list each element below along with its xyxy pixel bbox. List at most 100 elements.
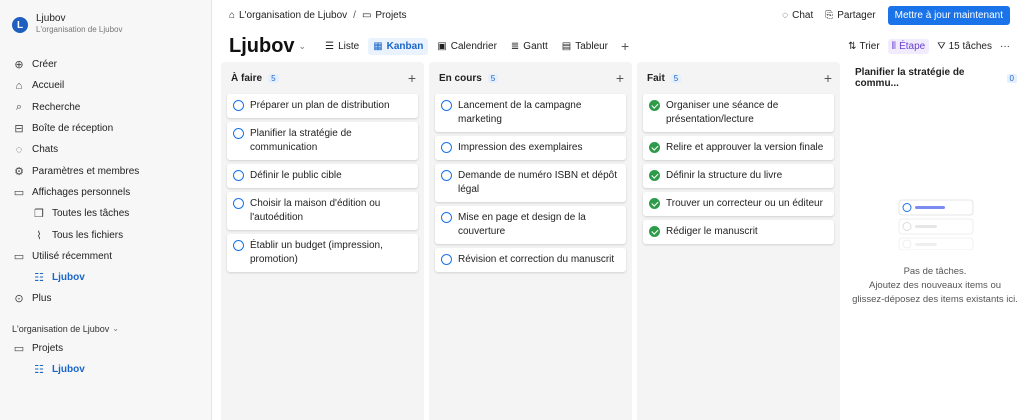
status-circle-icon[interactable] <box>233 100 244 111</box>
breadcrumb-org[interactable]: L'organisation de Ljubov <box>239 10 347 21</box>
task-card[interactable]: Lancement de la campagne marketing <box>435 94 626 132</box>
chevron-down-icon: ⌄ <box>112 324 119 334</box>
workspace-header[interactable]: L Ljubov L'organisation de Ljubov <box>0 0 211 54</box>
column-header: En cours 5 + <box>435 68 626 88</box>
completed-check-icon[interactable] <box>649 198 660 209</box>
more-button[interactable]: ··· <box>1000 41 1010 52</box>
completed-check-icon[interactable] <box>649 170 660 181</box>
breadcrumb-folder[interactable]: Projets <box>375 10 406 21</box>
status-circle-icon[interactable] <box>441 100 452 111</box>
column-title[interactable]: À faire <box>231 73 262 84</box>
task-card[interactable]: Demande de numéro ISBN et dépôt légal <box>435 164 626 202</box>
tab-label: Gantt <box>523 40 548 52</box>
search-icon: ⌕ <box>15 100 23 113</box>
sidebar-item-label: Recherche <box>32 101 81 113</box>
task-card-title: Relire et approuver la version finale <box>666 142 824 153</box>
sidebar-item-6[interactable]: ▭ Affichages personnels <box>0 182 211 203</box>
org-item-0[interactable]: ▭ Projets <box>0 338 211 359</box>
task-card[interactable]: Relire et approuver la version finale <box>643 136 834 160</box>
columns-icon: ⦀ <box>891 40 897 52</box>
status-circle-icon[interactable] <box>233 240 244 251</box>
org-item-label: Projets <box>32 342 64 354</box>
tab-label: Calendrier <box>450 40 497 52</box>
status-circle-icon[interactable] <box>233 170 244 181</box>
status-circle-icon[interactable] <box>441 254 452 265</box>
task-card-title: Révision et correction du manuscrit <box>458 254 615 265</box>
task-card[interactable]: Planifier la stratégie de communication <box>227 122 418 160</box>
sidebar-item-2[interactable]: ⌕ Recherche <box>0 97 211 118</box>
page-title[interactable]: Ljubov <box>229 35 295 58</box>
sidebar-item-5[interactable]: ⚙ Paramètres et membres <box>0 160 211 181</box>
sidebar-item-label: Utilisé récemment <box>32 250 113 262</box>
task-card[interactable]: Définir la structure du livre <box>643 164 834 188</box>
status-circle-icon[interactable] <box>233 128 244 139</box>
tab-gantt[interactable]: ≣ Gantt <box>506 38 553 55</box>
kanban-column-empty: Planifier la stratégie de commu... 0 Pas… <box>845 62 1024 420</box>
filter-label: 15 tâches <box>948 40 992 52</box>
org-section-label[interactable]: L'organisation de Ljubov ⌄ <box>0 320 211 338</box>
task-card-title: Rédiger le manuscrit <box>666 226 758 237</box>
task-card[interactable]: Établir un budget (impression, promotion… <box>227 234 418 272</box>
completed-check-icon[interactable] <box>649 100 660 111</box>
sidebar-item-7[interactable]: ❐ Toutes les tâches <box>0 203 211 224</box>
status-circle-icon[interactable] <box>441 212 452 223</box>
column-title[interactable]: Planifier la stratégie de commu... <box>855 67 1001 89</box>
add-view-button[interactable]: + <box>621 38 629 54</box>
tab-liste[interactable]: ☰ Liste <box>320 38 364 55</box>
board-icon: ☷ <box>34 364 44 376</box>
sidebar-item-label: Ljubov <box>52 272 85 284</box>
task-card[interactable]: Mise en page et design de la couverture <box>435 206 626 244</box>
folder-icon: ▭ <box>361 9 372 21</box>
task-card[interactable]: Impression des exemplaires <box>435 136 626 160</box>
column-count-badge: 5 <box>268 73 279 83</box>
task-card[interactable]: Révision et correction du manuscrit <box>435 248 626 272</box>
chat-icon: ◌ <box>782 9 789 21</box>
calendar-icon: ▣ <box>437 40 447 52</box>
add-card-button[interactable]: + <box>616 70 624 86</box>
share-button[interactable]: ⎘ Partager <box>825 10 875 21</box>
task-card[interactable]: Organiser une séance de présentation/lec… <box>643 94 834 132</box>
sort-label: Trier <box>859 40 880 52</box>
completed-check-icon[interactable] <box>649 142 660 153</box>
column-title[interactable]: En cours <box>439 73 482 84</box>
chevron-down-icon[interactable]: ⌄ <box>299 41 307 52</box>
sort-icon: ⇅ <box>848 40 857 52</box>
group-label: Étape <box>899 40 926 52</box>
task-card[interactable]: Préparer un plan de distribution <box>227 94 418 118</box>
sidebar-item-10[interactable]: ☷ Ljubov <box>0 267 211 288</box>
task-card[interactable]: Définir le public cible <box>227 164 418 188</box>
status-circle-icon[interactable] <box>441 142 452 153</box>
tab-calendrier[interactable]: ▣ Calendrier <box>432 38 502 55</box>
sort-button[interactable]: ⇅ Trier <box>848 41 880 52</box>
task-card-title: Établir un budget (impression, promotion… <box>250 240 383 265</box>
task-card[interactable]: Rédiger le manuscrit <box>643 220 834 244</box>
update-now-button[interactable]: Mettre à jour maintenant <box>887 5 1010 25</box>
tab-tableur[interactable]: ▤ Tableur <box>557 38 613 55</box>
sidebar-item-0[interactable]: ⊕ Créer <box>0 54 211 75</box>
column-count-badge: 5 <box>670 73 682 83</box>
table-icon: ▤ <box>561 40 572 52</box>
column-title[interactable]: Fait <box>647 73 665 84</box>
sidebar-item-8[interactable]: ⌇ Tous les fichiers <box>0 224 211 245</box>
sidebar-item-9[interactable]: ▭ Utilisé récemment <box>0 246 211 267</box>
task-card[interactable]: Trouver un correcteur ou un éditeur <box>643 192 834 216</box>
status-circle-icon[interactable] <box>441 170 452 181</box>
filter-button[interactable]: ⛛ 15 tâches <box>937 41 992 52</box>
group-button[interactable]: ⦀ Étape <box>887 38 930 54</box>
status-circle-icon[interactable] <box>233 198 244 209</box>
column-count-badge: 5 <box>487 73 499 83</box>
tab-label: Tableur <box>575 40 609 52</box>
add-card-button[interactable]: + <box>824 70 832 86</box>
sidebar-item-1[interactable]: ⌂ Accueil <box>0 75 211 96</box>
view-tabs: ☰ Liste ▦ Kanban ▣ Calendrier ≣ Gantt ▤ Tableur <box>320 37 617 55</box>
task-card[interactable]: Choisir la maison d'édition ou l'autoédi… <box>227 192 418 230</box>
org-item-1[interactable]: ☷ Ljubov <box>0 359 211 380</box>
add-card-button[interactable]: + <box>408 70 416 86</box>
empty-state: Pas de tâches. Ajoutez des nouveaux item… <box>851 198 1019 307</box>
sidebar-item-11[interactable]: ⊙ Plus <box>0 288 211 309</box>
completed-check-icon[interactable] <box>649 226 660 237</box>
sidebar-item-3[interactable]: ⊟ Boîte de réception <box>0 118 211 139</box>
chat-button[interactable]: ◌ Chat <box>782 10 813 21</box>
sidebar-item-4[interactable]: ◌ Chats <box>0 139 211 160</box>
tab-kanban[interactable]: ▦ Kanban <box>368 37 429 55</box>
